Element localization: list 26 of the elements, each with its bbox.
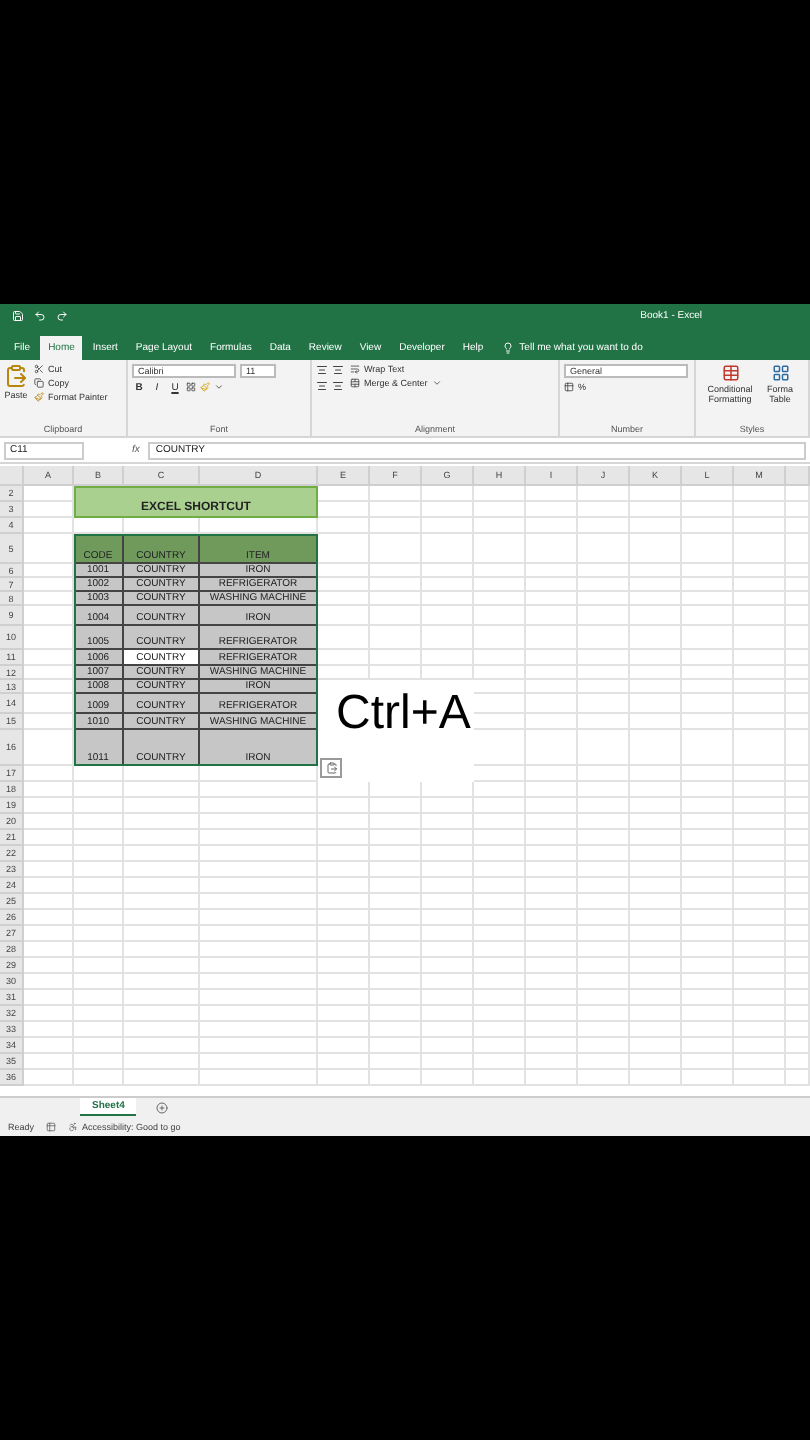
align-icon[interactable] [316, 379, 328, 392]
select-all-corner[interactable] [0, 466, 24, 487]
scissors-icon[interactable] [34, 363, 44, 374]
add-sheet-icon[interactable] [156, 1101, 169, 1114]
lightbulb-icon[interactable] [501, 341, 514, 354]
wrap-text-icon[interactable] [350, 363, 360, 374]
paste-icon [4, 363, 28, 388]
paste-icon [325, 762, 337, 775]
undo-icon[interactable] [34, 310, 46, 323]
accessibility-icon[interactable] [68, 1121, 79, 1132]
caret-icon[interactable] [431, 377, 442, 388]
align-icon[interactable] [332, 363, 344, 376]
merge-icon[interactable] [350, 377, 360, 388]
table-icon[interactable] [771, 363, 789, 382]
copy-icon[interactable] [34, 377, 44, 388]
redo-icon[interactable] [56, 310, 68, 323]
shortcut-caption: Ctrl+A [336, 686, 471, 743]
column-header[interactable] [786, 466, 810, 487]
fill-color-icon[interactable] [200, 382, 210, 393]
align-icon[interactable] [332, 379, 344, 392]
save-icon[interactable] [12, 310, 24, 323]
paste-options-button[interactable] [320, 758, 342, 779]
align-icon[interactable] [316, 363, 328, 376]
paintbrush-icon[interactable] [34, 391, 44, 402]
conditional-formatting-icon[interactable] [721, 363, 739, 382]
caret-icon[interactable] [214, 382, 224, 393]
